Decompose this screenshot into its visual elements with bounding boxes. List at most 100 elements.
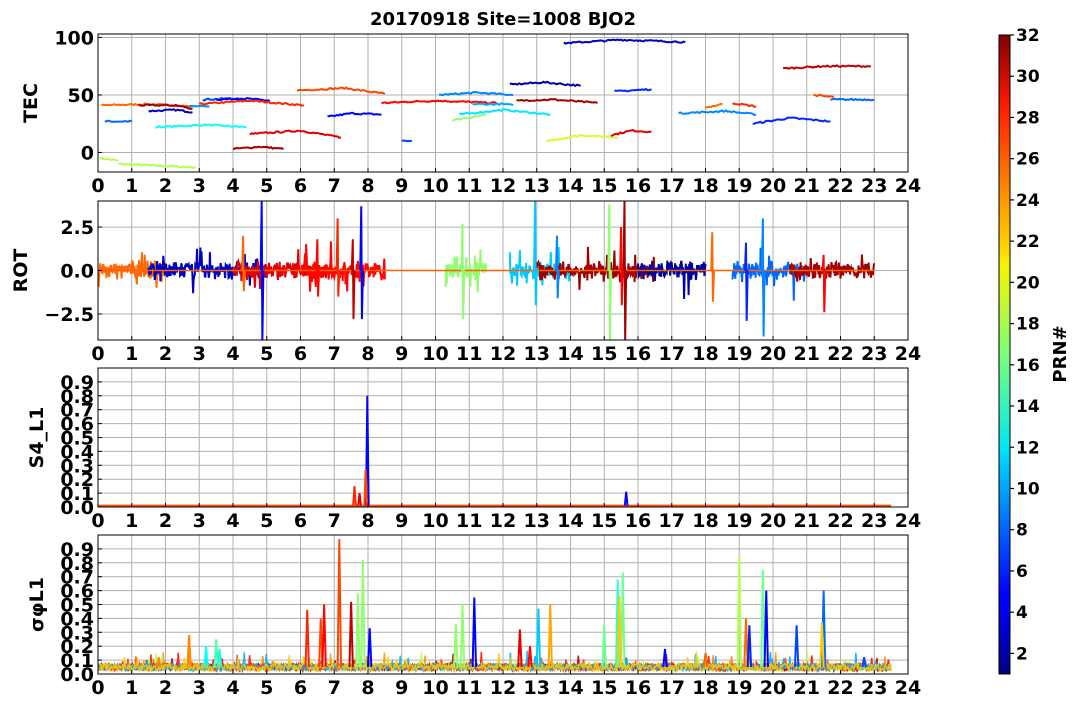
x-tick-label: 1 — [125, 677, 138, 699]
x-tick-label: 9 — [395, 677, 408, 699]
x-tick-label: 6 — [294, 677, 307, 699]
x-tick-label: 4 — [226, 677, 239, 699]
x-tick-label: 1 — [125, 343, 138, 365]
colorbar-tick-label: 12 — [1016, 438, 1040, 458]
sigma-spike-prn-17 — [355, 593, 361, 668]
x-tick-label: 18 — [692, 175, 718, 197]
x-tick-label: 6 — [294, 343, 307, 365]
x-tick-label: 2 — [159, 175, 172, 197]
x-tick-label: 15 — [591, 677, 617, 699]
x-tick-label: 15 — [591, 343, 617, 365]
x-tick-label: 21 — [794, 343, 820, 365]
x-tick-label: 14 — [557, 175, 583, 197]
tec-arc-prn-9 — [678, 109, 757, 117]
plot-area — [98, 395, 892, 507]
x-tick-label: 22 — [827, 510, 853, 532]
colorbar-tick-label: 16 — [1016, 356, 1040, 376]
x-tick-label: 7 — [328, 510, 341, 532]
sigma-spike-prn-7 — [793, 625, 800, 668]
rot-spike-prn-17 — [607, 204, 612, 340]
tec-arc-prn-2 — [509, 80, 581, 88]
sigma-spike-prn-30 — [348, 601, 354, 668]
x-tick-label: 18 — [692, 343, 718, 365]
colorbar-tick-label: 22 — [1016, 232, 1040, 252]
x-tick-label: 3 — [193, 677, 206, 699]
x-tick-label: 3 — [193, 343, 206, 365]
tec-arc-prn-29 — [610, 128, 652, 137]
grid — [97, 368, 909, 508]
x-tick-label: 10 — [422, 343, 448, 365]
colorbar-tick-label: 32 — [1016, 26, 1040, 46]
y-tick-labels: 0 50 100 — [54, 27, 102, 164]
tec-arc-prn-10 — [472, 102, 514, 107]
tec-arc-prn-29 — [249, 129, 342, 139]
tec-arc-prn-26 — [296, 86, 386, 95]
rot-spike-prn-31 — [622, 201, 628, 340]
x-tick-label: 14 — [557, 343, 583, 365]
x-tick-label: 18 — [692, 677, 718, 699]
y-tick-labels: −2.5 0.0 2.5 — [44, 217, 102, 326]
rot-spike-prn-5 — [259, 201, 265, 340]
colorbar-tick-label: 14 — [1016, 397, 1040, 417]
sigma-spike-prn-27 — [304, 610, 310, 668]
x-tick-label: 11 — [456, 343, 482, 365]
y-axis-label: TEC — [20, 83, 42, 123]
tec-arc-prn-5 — [327, 111, 382, 118]
y-tick-label: 50 — [68, 85, 94, 107]
tec-arc-prn-8 — [830, 97, 875, 102]
x-tick-label: 24 — [895, 343, 921, 365]
s4-spike-prn-5 — [623, 491, 629, 506]
x-tick-label: 5 — [260, 343, 273, 365]
y-axis-label: ROT — [10, 249, 32, 293]
y-tick-label: 0.9 — [60, 372, 94, 394]
x-tick-label: 13 — [524, 175, 550, 197]
x-tick-label: 21 — [794, 677, 820, 699]
colorbar-gradient — [998, 34, 1011, 675]
sigma-spike-prn-26 — [336, 539, 342, 668]
y-axis-label: S4_L1 — [26, 407, 48, 469]
y-tick-label: −2.5 — [44, 304, 94, 326]
colorbar-tick-label: 8 — [1016, 521, 1028, 541]
x-tick-label: 22 — [827, 175, 853, 197]
rot-spike-prn-5 — [359, 206, 364, 320]
sigma-spike-prn-11 — [535, 608, 542, 668]
x-tick-label: 8 — [361, 510, 374, 532]
rot-spike-prn-25 — [710, 232, 715, 302]
x-tick-label: 17 — [659, 175, 685, 197]
rot-spike-prn-25 — [241, 235, 246, 292]
x-tick-label: 6 — [294, 175, 307, 197]
x-tick-label: 2 — [159, 510, 172, 532]
tec-arc-prn-18 — [118, 162, 196, 169]
colorbar-tick-label: 24 — [1016, 191, 1040, 211]
tec-arc-prn-31 — [232, 145, 284, 151]
y-tick-label: 2.5 — [60, 217, 94, 239]
rot-spike-prn-28 — [821, 254, 827, 313]
x-tick-label: 20 — [760, 677, 786, 699]
x-tick-label: 17 — [659, 343, 685, 365]
y-axis-label: σφL1 — [26, 577, 48, 632]
x-tick-label: 11 — [456, 677, 482, 699]
tec-arc-prn-27 — [199, 99, 305, 107]
sigma-spike-prn-29 — [517, 629, 523, 668]
x-tick-label: 2 — [159, 343, 172, 365]
colorbar-tick-label: 26 — [1016, 150, 1040, 170]
rot-spike-prn-27 — [335, 218, 341, 297]
x-tick-label: 12 — [490, 677, 516, 699]
x-tick-label: 1 — [125, 510, 138, 532]
x-tick-label: 14 — [557, 510, 583, 532]
tec-arc-prn-6 — [614, 87, 652, 93]
x-tick-label: 2 — [159, 677, 172, 699]
x-tick-label: 15 — [591, 175, 617, 197]
s4-spike-prn-29 — [357, 492, 362, 506]
y-tick-label: 100 — [54, 27, 94, 49]
x-tick-label: 8 — [361, 677, 374, 699]
s4-panel: 0 1 2 3 4 5 6 7 8 9 10 11 12 13 14 15 16 17 18 19 20 21 22 23 24… — [26, 367, 921, 532]
x-tick-label: 17 — [659, 510, 685, 532]
x-tick-label: 23 — [861, 677, 887, 699]
colorbar-tick-label: 4 — [1016, 603, 1028, 623]
x-tick-label: 8 — [361, 343, 374, 365]
colorbar-label: PRN# — [1050, 325, 1071, 382]
rot-panel: 0 1 2 3 4 5 6 7 8 9 10 11 12 13 14 15 16 17 18 19 20 21 22 23 24… — [10, 200, 921, 365]
x-tick-label: 23 — [861, 510, 887, 532]
rot-spike-prn-9 — [554, 235, 560, 299]
